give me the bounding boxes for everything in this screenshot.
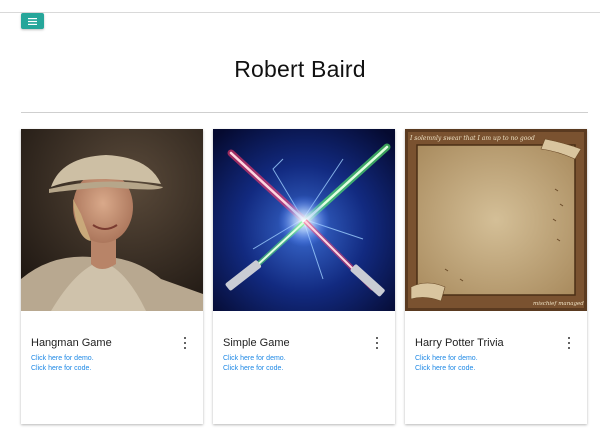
code-link[interactable]: Click here for code. bbox=[223, 365, 283, 372]
hamburger-menu-icon bbox=[28, 17, 37, 25]
code-link[interactable]: Click here for code. bbox=[415, 365, 475, 372]
marauders-map-parchment-image[interactable]: I solemnly swear that I am up to no good… bbox=[405, 129, 587, 311]
demo-link[interactable]: Click here for demo. bbox=[31, 355, 94, 362]
top-divider bbox=[0, 12, 600, 13]
title-divider bbox=[21, 112, 588, 113]
menu-button[interactable] bbox=[21, 13, 44, 29]
demo-link[interactable]: Click here for demo. bbox=[415, 355, 478, 362]
image-text-top: I solemnly swear that I am up to no good bbox=[409, 135, 535, 142]
card-title: Hangman Game bbox=[31, 337, 112, 349]
more-vert-icon[interactable] bbox=[181, 336, 189, 350]
woman-in-hat-photo[interactable] bbox=[21, 129, 203, 311]
card-title: Simple Game bbox=[223, 337, 290, 349]
card-title: Harry Potter Trivia bbox=[415, 337, 504, 349]
demo-link[interactable]: Click here for demo. bbox=[223, 355, 286, 362]
project-card-hangman: Hangman Game Click here for demo. Click … bbox=[21, 129, 203, 424]
page-title: Robert Baird bbox=[234, 56, 366, 82]
code-link[interactable]: Click here for code. bbox=[31, 365, 91, 372]
project-card-harry-potter-trivia: I solemnly swear that I am up to no good… bbox=[405, 129, 587, 424]
image-text-bottom: mischief managed bbox=[533, 301, 584, 307]
more-vert-icon[interactable] bbox=[565, 336, 573, 350]
more-vert-icon[interactable] bbox=[373, 336, 381, 350]
project-card-simple-game: Simple Game Click here for demo. Click h… bbox=[213, 129, 395, 424]
crossed-lightsabers-image[interactable] bbox=[213, 129, 395, 311]
